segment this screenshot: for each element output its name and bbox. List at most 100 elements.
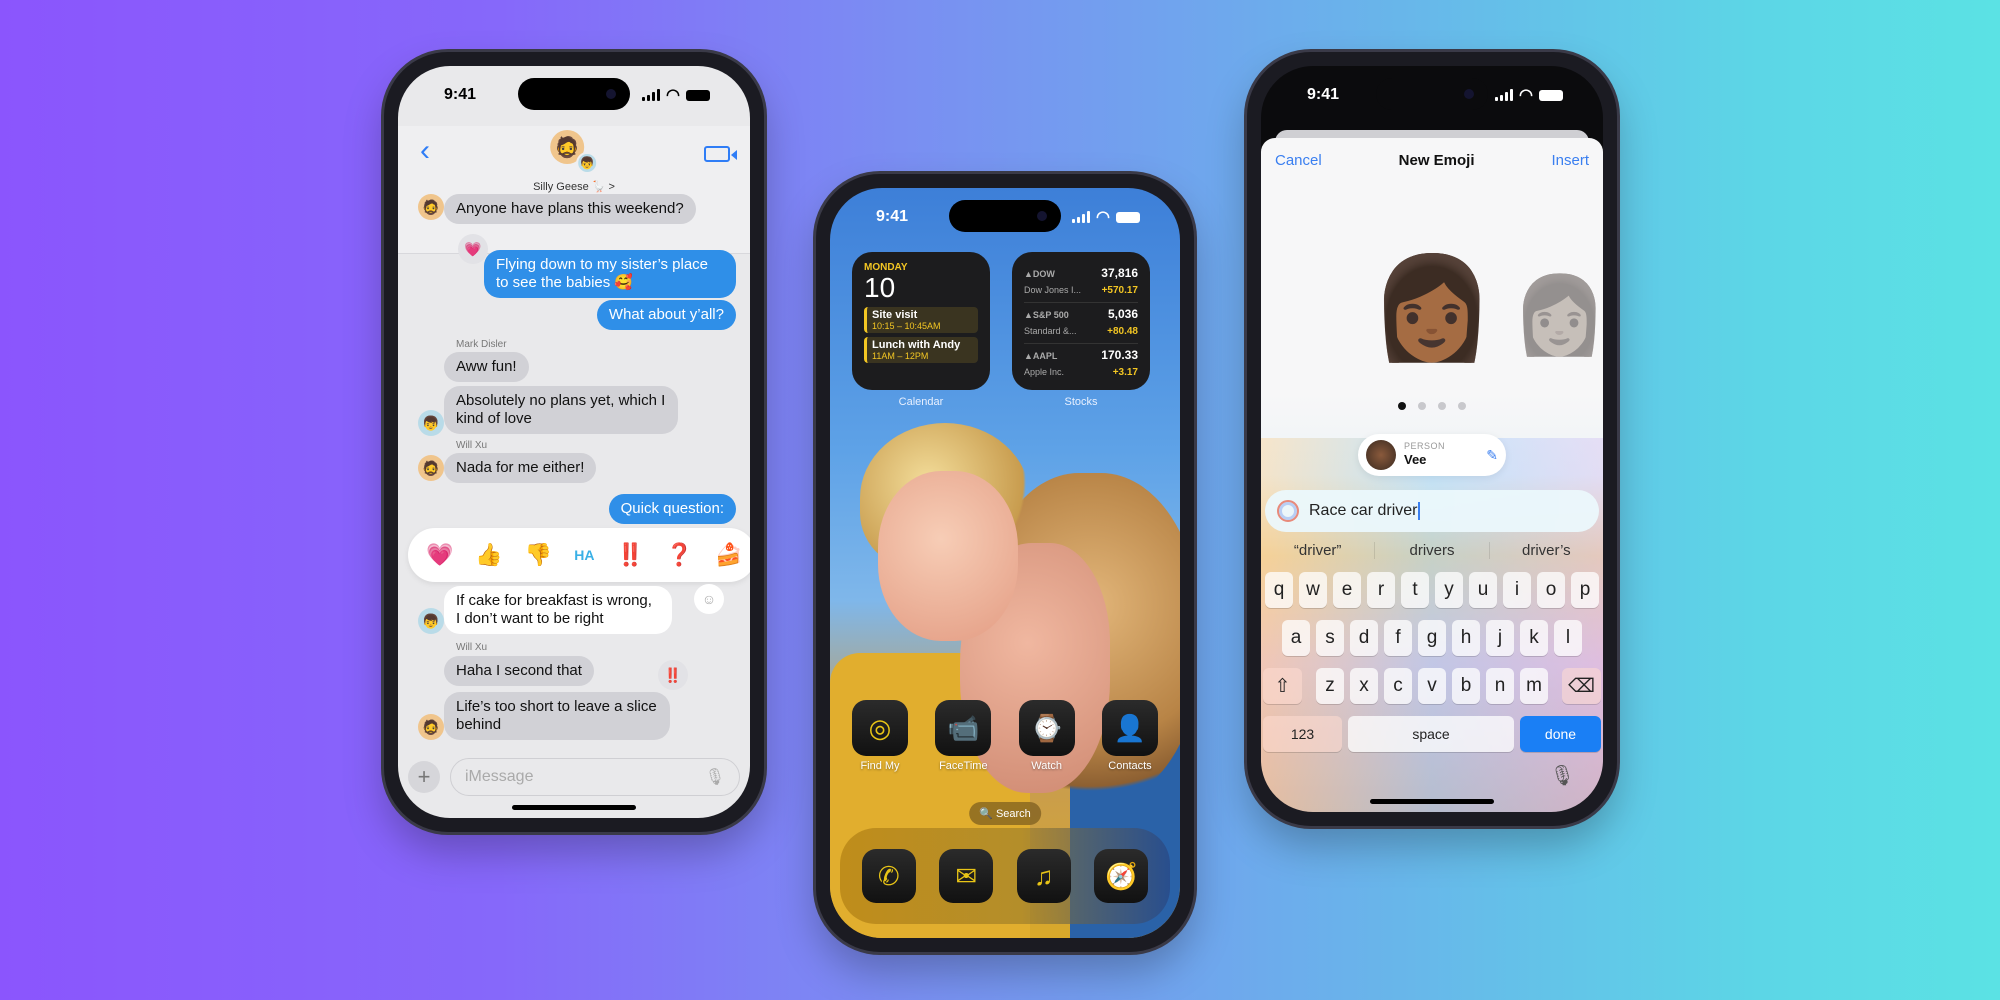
app-watch[interactable]: ⌚ Watch [1018,700,1075,772]
app-facetime[interactable]: 📹 FaceTime [935,700,992,772]
reaction-heart[interactable]: 💗 [426,542,453,568]
key-j[interactable]: j [1486,620,1514,656]
person-chip[interactable]: PERSON Vee ✎ [1358,434,1506,476]
plus-icon[interactable]: + [408,761,440,793]
key-k[interactable]: k [1520,620,1548,656]
key-c[interactable]: c [1384,668,1412,704]
key-l[interactable]: l [1554,620,1582,656]
message-bubble[interactable]: What about y’all? [596,300,736,330]
message-bubble[interactable]: Aww fun! [444,352,529,382]
reaction-question[interactable]: ❓ [666,542,693,568]
generated-emoji-next[interactable]: 👩🏽 [1512,278,1603,354]
message-bubble[interactable]: Nada for me either! [444,453,597,483]
generated-emoji[interactable]: 👩🏾 [1370,258,1495,358]
key-v[interactable]: v [1418,668,1446,704]
shift-key[interactable]: ⇧ [1263,668,1302,704]
key-h[interactable]: h [1452,620,1480,656]
suggestion[interactable]: “driver” [1261,542,1376,559]
key-x[interactable]: x [1350,668,1378,704]
video-call-icon[interactable] [704,146,737,162]
message-bubble[interactable]: Haha I second that [444,656,594,686]
home-phone: 9:41 ◠ MONDAY 10 Site visit 10:15 – 10:4… [816,174,1194,952]
key-n[interactable]: n [1486,668,1514,704]
back-chevron-icon[interactable]: ‹ [420,136,430,166]
page-dots[interactable] [1398,402,1466,410]
find-my-icon: ◎ [852,700,908,756]
safari-icon[interactable]: 🧭 [1094,849,1149,903]
reaction-cake[interactable]: 🍰 [715,542,742,568]
mic-icon[interactable]: 🎙 [705,767,725,787]
dictation-mic-icon[interactable]: 🎙 [1550,763,1575,788]
suggestion[interactable]: drivers [1375,542,1490,559]
music-icon[interactable]: ♫ [1016,849,1071,903]
calendar-widget[interactable]: MONDAY 10 Site visit 10:15 – 10:45AM Lun… [852,252,990,390]
insert-button[interactable]: Insert [1551,152,1589,169]
stock-row: ▲DOW Dow Jones I... 37,816 +570.17 [1024,262,1138,303]
watch-icon: ⌚ [1018,700,1075,756]
key-q[interactable]: q [1265,572,1293,608]
key-u[interactable]: u [1469,572,1497,608]
group-name[interactable]: Silly Geese 🪿 > [398,180,750,193]
app-find-my[interactable]: ◎ Find My [852,700,908,772]
suggestion[interactable]: driver’s [1490,542,1603,559]
reaction-exclaim[interactable]: ‼️ [616,542,643,568]
key-s[interactable]: s [1316,620,1344,656]
reaction-thumbs-down[interactable]: 👎 [525,542,552,568]
battery-icon [1539,89,1563,101]
sender-name: Mark Disler [456,339,507,350]
app-label: Watch [1031,760,1063,772]
home-indicator[interactable] [512,805,636,810]
calendar-widget-label: Calendar [898,396,944,408]
search-button[interactable]: 🔍 Search [969,802,1041,825]
add-reaction-icon[interactable]: ☺ [694,584,724,614]
message-bubble[interactable]: Flying down to my sister’s place to see … [484,250,736,298]
key-o[interactable]: o [1537,572,1565,608]
stock-symbol: DOW [1032,269,1055,279]
key-z[interactable]: z [1316,668,1344,704]
key-i[interactable]: i [1503,572,1531,608]
key-w[interactable]: w [1299,572,1327,608]
mail-icon[interactable]: ✉ [939,849,994,903]
home-indicator[interactable] [1370,799,1494,804]
key-p[interactable]: p [1571,572,1599,608]
emoji-phone: 9:41 ◠ Cancel New Emoji Insert 👩🏾 👩🏽 PER… [1247,52,1617,826]
done-key[interactable]: done [1520,716,1601,752]
key-m[interactable]: m [1520,668,1548,704]
key-b[interactable]: b [1452,668,1480,704]
emoji-prompt-input[interactable]: Race car driver [1265,490,1599,532]
cancel-button[interactable]: Cancel [1275,152,1322,169]
stock-symbol: S&P 500 [1032,310,1069,320]
message-bubble[interactable]: Quick question: [608,494,736,524]
space-key[interactable]: space [1348,716,1514,752]
message-bubble[interactable]: Life’s too short to leave a slice behind [444,692,670,740]
message-bubble[interactable]: Anyone have plans this weekend? [444,194,696,224]
message-bubble[interactable]: If cake for breakfast is wrong, I don’t … [444,586,672,634]
numbers-key[interactable]: 123 [1263,716,1343,752]
key-f[interactable]: f [1384,620,1412,656]
up-arrow-icon: ▲ [1024,269,1033,279]
key-t[interactable]: t [1401,572,1429,608]
pencil-icon[interactable]: ✎ [1486,447,1498,464]
key-r[interactable]: r [1367,572,1395,608]
key-g[interactable]: g [1418,620,1446,656]
signal-icon [1072,211,1091,223]
key-d[interactable]: d [1350,620,1378,656]
phone-icon[interactable]: ✆ [861,849,916,903]
stock-change: +3.17 [1112,367,1138,378]
imessage-input[interactable]: iMessage 🎙 [450,758,740,796]
event-title: Site visit [872,309,918,321]
key-a[interactable]: a [1282,620,1310,656]
status-time: 9:41 [876,208,909,225]
message-bubble[interactable]: Absolutely no plans yet, which I kind of… [444,386,678,434]
app-label: FaceTime [939,760,988,772]
delete-key[interactable]: ⌫ [1562,668,1601,704]
key-y[interactable]: y [1435,572,1463,608]
status-time: 9:41 [1307,86,1340,103]
reaction-haha[interactable]: HA [574,547,594,563]
status-time: 9:41 [444,86,477,103]
app-contacts[interactable]: 👤 Contacts [1101,700,1158,772]
keyboard: qwertyuiop asdfghjkl ⇧ zxcvbnm ⌫ 123 spa… [1263,572,1601,764]
key-e[interactable]: e [1333,572,1361,608]
reaction-thumbs-up[interactable]: 👍 [475,542,502,568]
stocks-widget[interactable]: ▲DOW Dow Jones I... 37,816 +570.17 ▲ S&P 50… [1012,252,1150,390]
